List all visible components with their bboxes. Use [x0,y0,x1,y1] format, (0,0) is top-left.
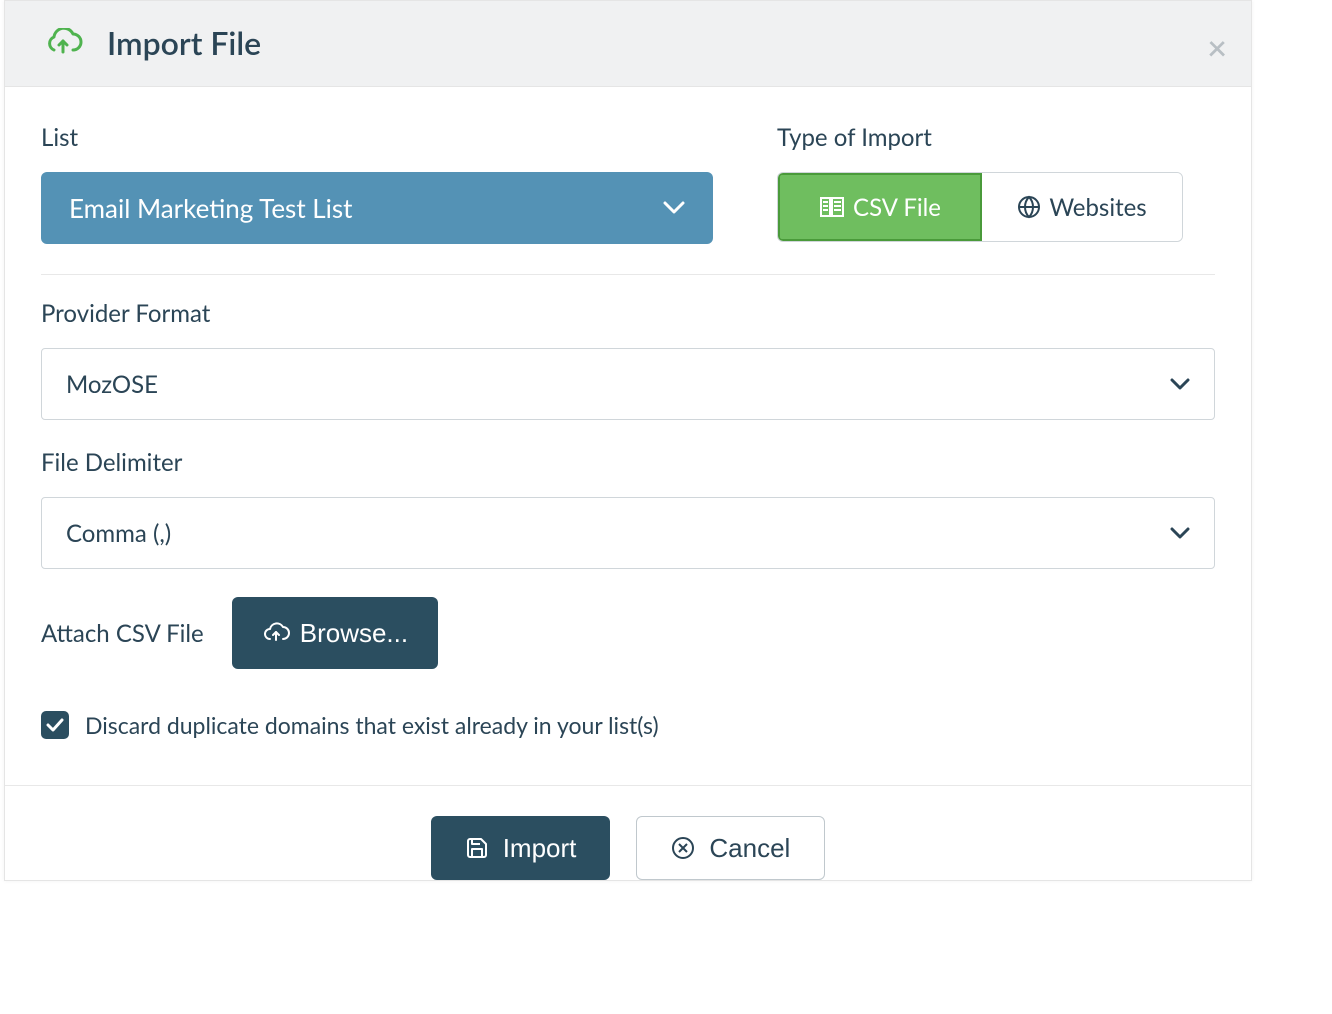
modal-body: List Email Marketing Test List Type of I… [5,87,1251,785]
browse-button[interactable]: Browse... [232,597,438,669]
discard-duplicates-label: Discard duplicate domains that exist alr… [85,711,659,739]
import-file-modal: Import File × List Email Marketing Test … [4,0,1252,881]
book-icon [819,195,845,219]
browse-button-label: Browse... [300,618,408,649]
file-delimiter-select[interactable]: Comma (,) [41,497,1215,569]
csv-file-toggle[interactable]: CSV File [778,173,982,241]
type-column: Type of Import CSV File Websites [777,123,1215,244]
cloud-upload-icon [262,622,290,644]
provider-format-group: Provider Format MozOSE [41,299,1215,420]
modal-header: Import File × [5,1,1251,87]
import-type-toggle: CSV File Websites [777,172,1183,242]
chevron-down-icon [1170,527,1190,539]
top-row: List Email Marketing Test List Type of I… [41,123,1215,275]
cancel-button[interactable]: Cancel [636,816,825,880]
list-dropdown-value: Email Marketing Test List [69,192,352,224]
discard-duplicates-row: Discard duplicate domains that exist alr… [41,711,1215,739]
cancel-button-label: Cancel [709,833,790,864]
provider-format-select[interactable]: MozOSE [41,348,1215,420]
cloud-upload-icon [43,28,83,58]
type-label: Type of Import [777,123,1215,152]
discard-duplicates-checkbox[interactable] [41,711,69,739]
provider-format-value: MozOSE [66,370,158,399]
list-column: List Email Marketing Test List [41,123,713,244]
globe-icon [1017,195,1041,219]
import-button[interactable]: Import [431,816,611,880]
attach-csv-label: Attach CSV File [41,619,204,648]
modal-footer: Import Cancel [5,785,1251,880]
file-delimiter-label: File Delimiter [41,448,1215,477]
cancel-icon [671,836,695,860]
close-icon[interactable]: × [1207,31,1227,65]
list-dropdown[interactable]: Email Marketing Test List [41,172,713,244]
chevron-down-icon [663,201,685,215]
import-button-label: Import [503,833,577,864]
websites-toggle[interactable]: Websites [982,173,1182,241]
file-delimiter-group: File Delimiter Comma (,) [41,448,1215,569]
file-delimiter-value: Comma (,) [66,519,171,548]
csv-file-label: CSV File [853,193,941,222]
provider-format-label: Provider Format [41,299,1215,328]
websites-label: Websites [1049,193,1146,222]
save-icon [465,836,489,860]
list-label: List [41,123,713,152]
modal-title: Import File [107,23,261,62]
attach-row: Attach CSV File Browse... [41,597,1215,669]
chevron-down-icon [1170,378,1190,390]
